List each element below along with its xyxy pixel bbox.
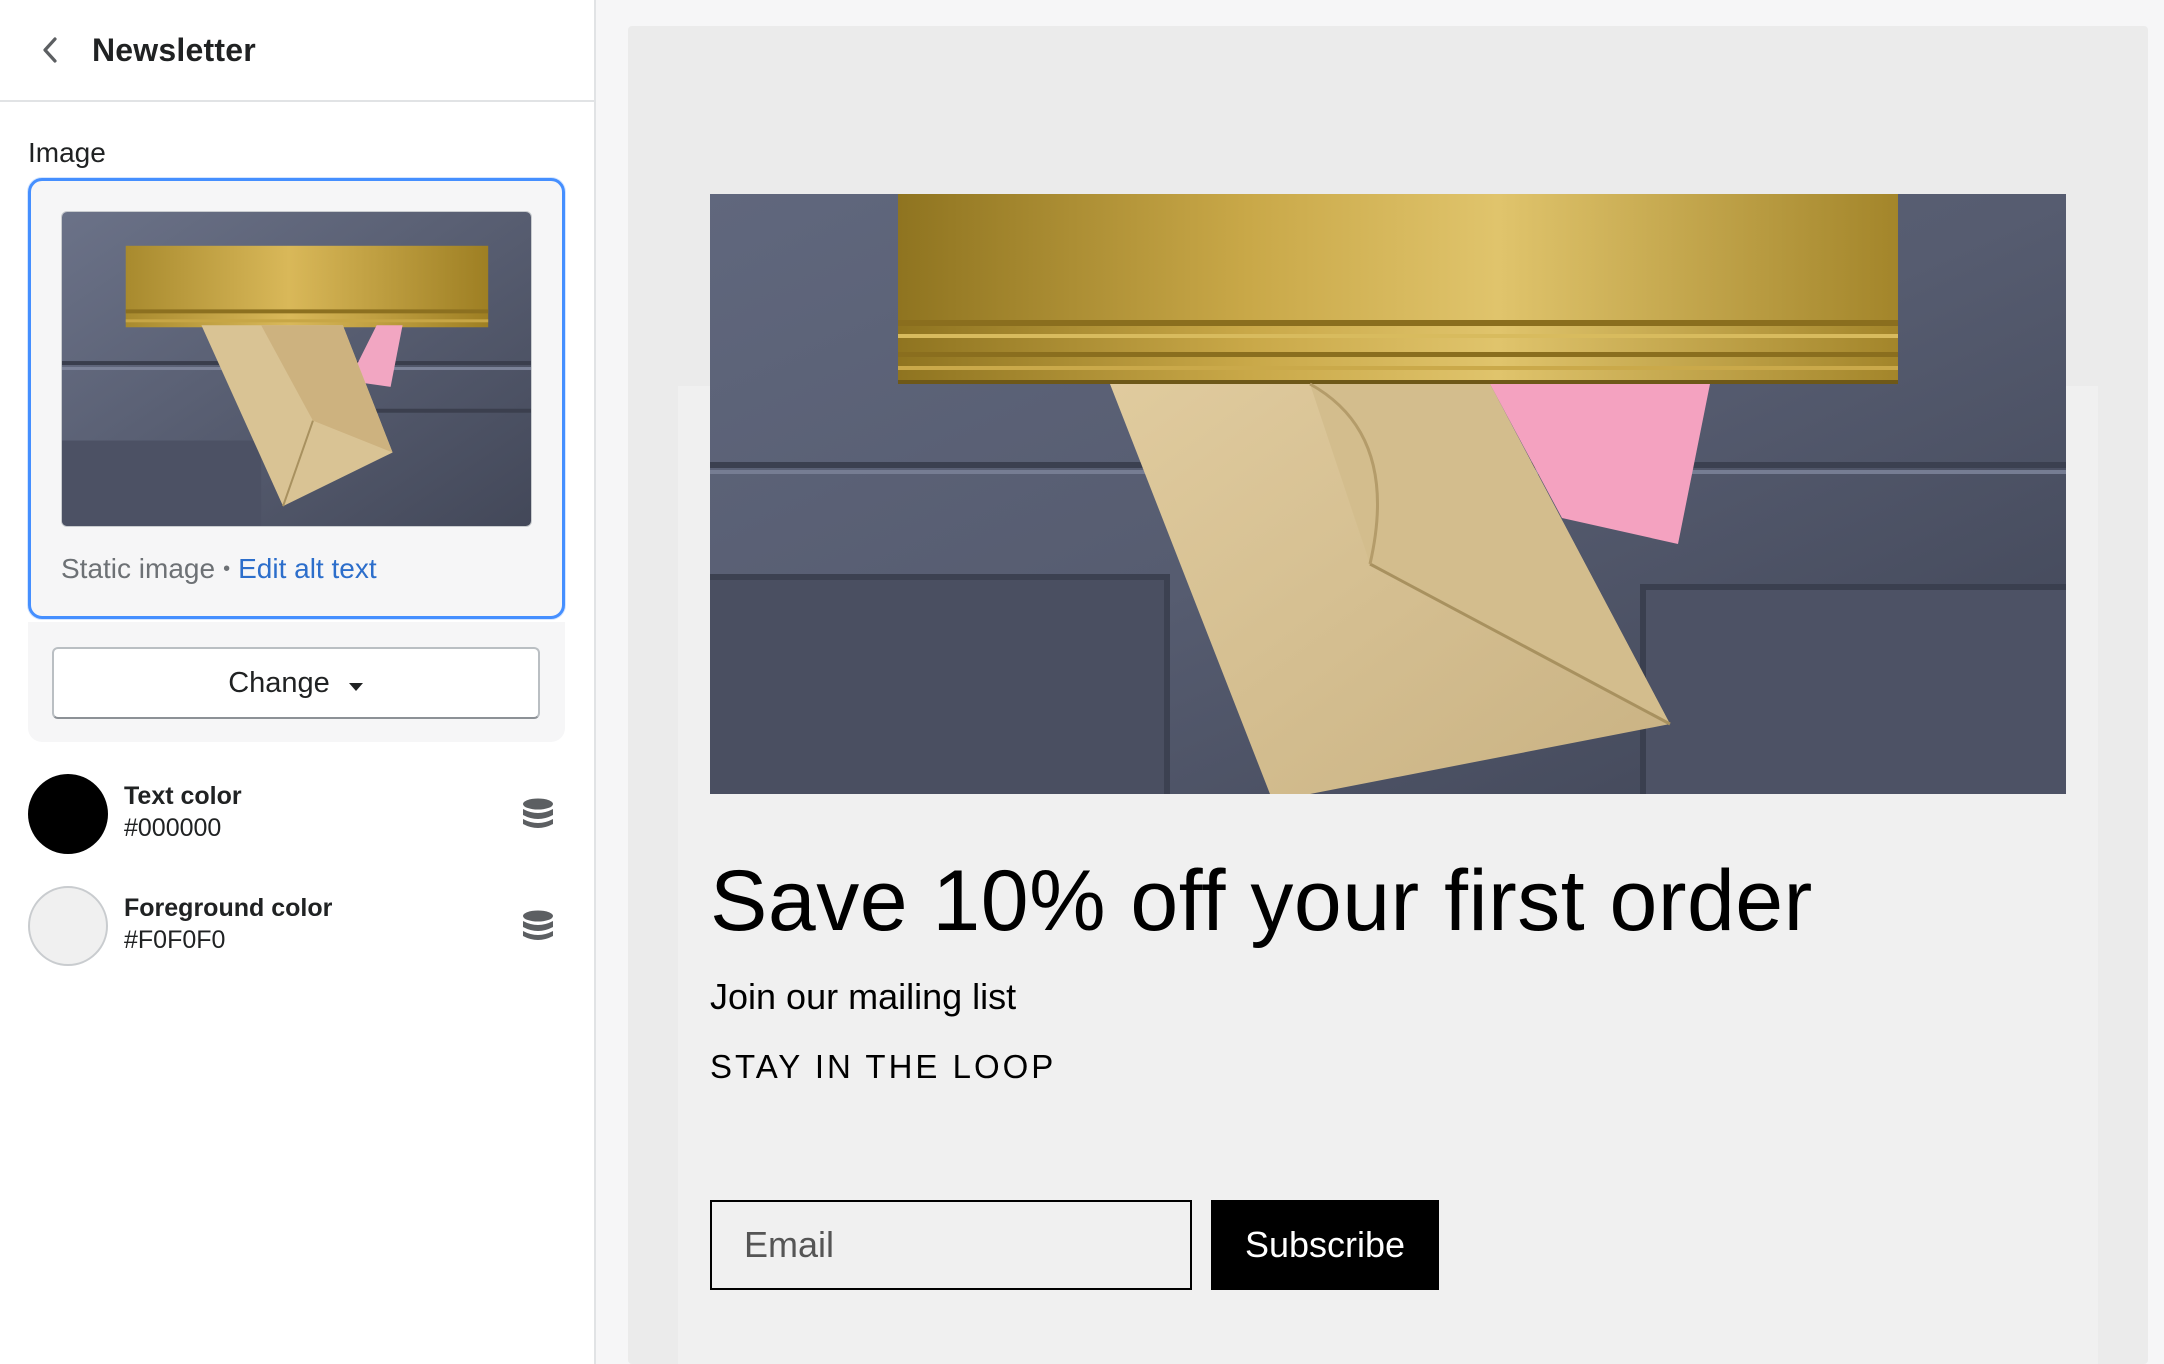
newsletter-heading: Save 10% off your first order	[710, 853, 1813, 949]
newsletter-subheading: Join our mailing list	[710, 976, 1017, 1017]
back-button[interactable]	[30, 30, 70, 70]
email-input[interactable]	[710, 1200, 1192, 1290]
mail-slot-photo	[710, 194, 2066, 794]
panel-title: Newsletter	[92, 31, 256, 68]
meta-separator: •	[223, 558, 231, 580]
settings-sidebar: Newsletter Image Static image • Edit alt…	[0, 0, 596, 1364]
edit-alt-text-link[interactable]: Edit alt text	[238, 553, 377, 584]
caret-down-icon	[348, 667, 364, 700]
database-icon[interactable]	[520, 908, 556, 944]
image-thumbnail[interactable]	[61, 211, 532, 527]
subscribe-button[interactable]: Subscribe	[1211, 1200, 1439, 1290]
image-picker-card[interactable]: Static image • Edit alt text	[28, 178, 565, 619]
database-icon[interactable]	[520, 796, 556, 832]
foreground-color-swatch[interactable]	[28, 886, 108, 966]
text-color-setting[interactable]: Text color #000000	[28, 774, 568, 858]
mail-slot-photo-thumbnail	[62, 212, 531, 526]
image-field-label: Image	[28, 137, 106, 168]
foreground-color-label: Foreground color	[124, 894, 333, 922]
foreground-color-setting[interactable]: Foreground color #F0F0F0	[28, 886, 568, 970]
change-button-label: Change	[228, 666, 330, 699]
text-color-swatch[interactable]	[28, 774, 108, 854]
chevron-left-icon	[43, 37, 57, 63]
foreground-color-value: #F0F0F0	[124, 926, 226, 954]
text-color-value: #000000	[124, 814, 222, 842]
newsletter-tagline: STAY IN THE LOOP	[710, 1048, 1057, 1085]
newsletter-image[interactable]	[710, 194, 2066, 794]
text-color-label: Text color	[124, 782, 242, 810]
change-button-container: Change	[28, 622, 565, 742]
sidebar-header: Newsletter	[0, 0, 594, 102]
image-meta: Static image • Edit alt text	[61, 553, 377, 585]
image-type-text: Static image	[61, 553, 216, 584]
change-image-button[interactable]: Change	[52, 647, 540, 719]
